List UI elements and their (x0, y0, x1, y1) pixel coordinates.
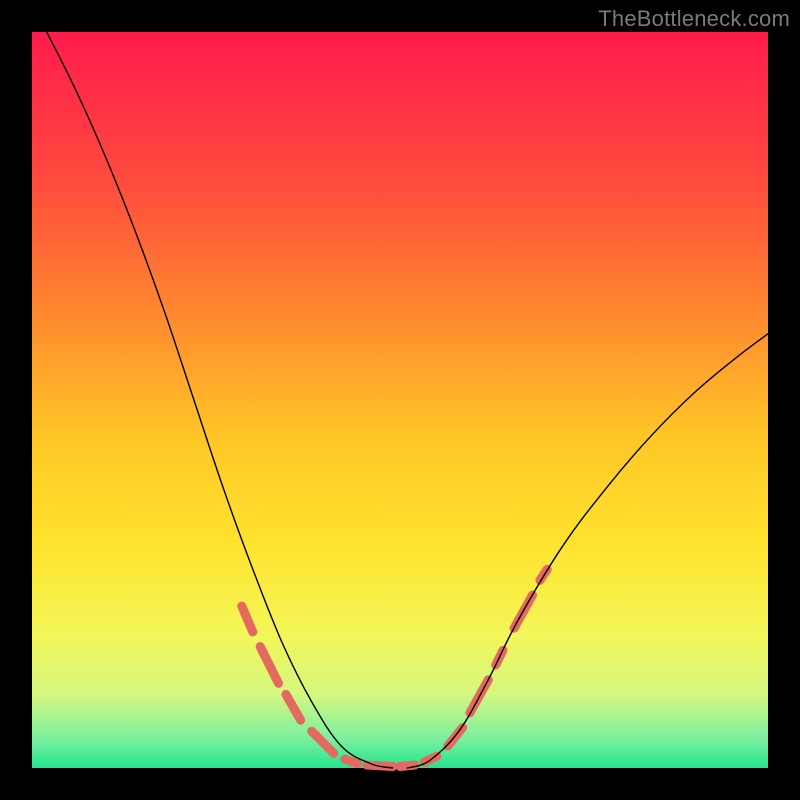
highlight-dash (345, 759, 358, 763)
left-curve (47, 32, 393, 768)
chart-frame: TheBottleneck.com (0, 0, 800, 800)
highlight-dash (242, 606, 253, 632)
watermark-text: TheBottleneck.com (598, 6, 790, 32)
right-curve (407, 334, 768, 768)
curve-layer (32, 32, 768, 768)
highlight-dash (286, 694, 301, 720)
highlight-dash (312, 731, 334, 753)
plot-area (32, 32, 768, 768)
highlight-dash (260, 647, 278, 684)
highlight-dashes (242, 569, 547, 766)
